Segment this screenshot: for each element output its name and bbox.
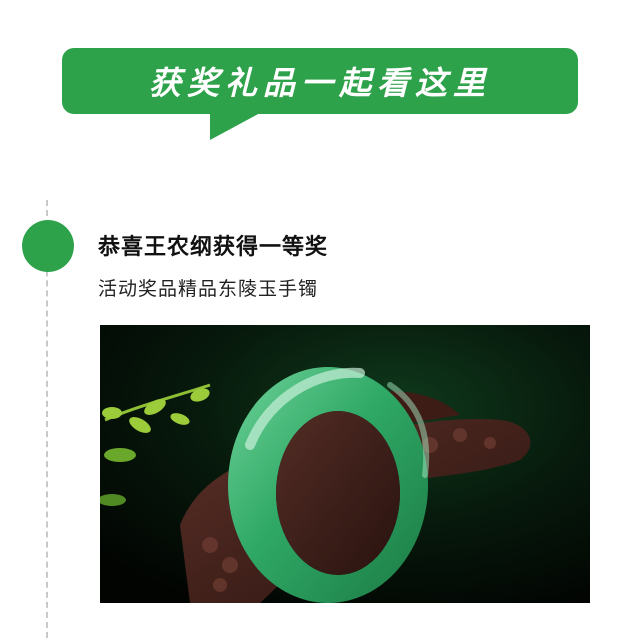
banner-tail (210, 112, 262, 140)
banner-title: 获奖礼品一起看这里 (148, 64, 491, 102)
header-banner: 获奖礼品一起看这里 (62, 48, 578, 114)
timeline-dot (22, 220, 74, 272)
jade-bangle-image (100, 325, 590, 603)
award-subtitle: 活动奖品精品东陵玉手镯 (98, 278, 319, 300)
product-photo (100, 325, 590, 603)
award-title: 恭喜王农纲获得一等奖 (98, 235, 329, 260)
jade-bangle (228, 367, 430, 603)
